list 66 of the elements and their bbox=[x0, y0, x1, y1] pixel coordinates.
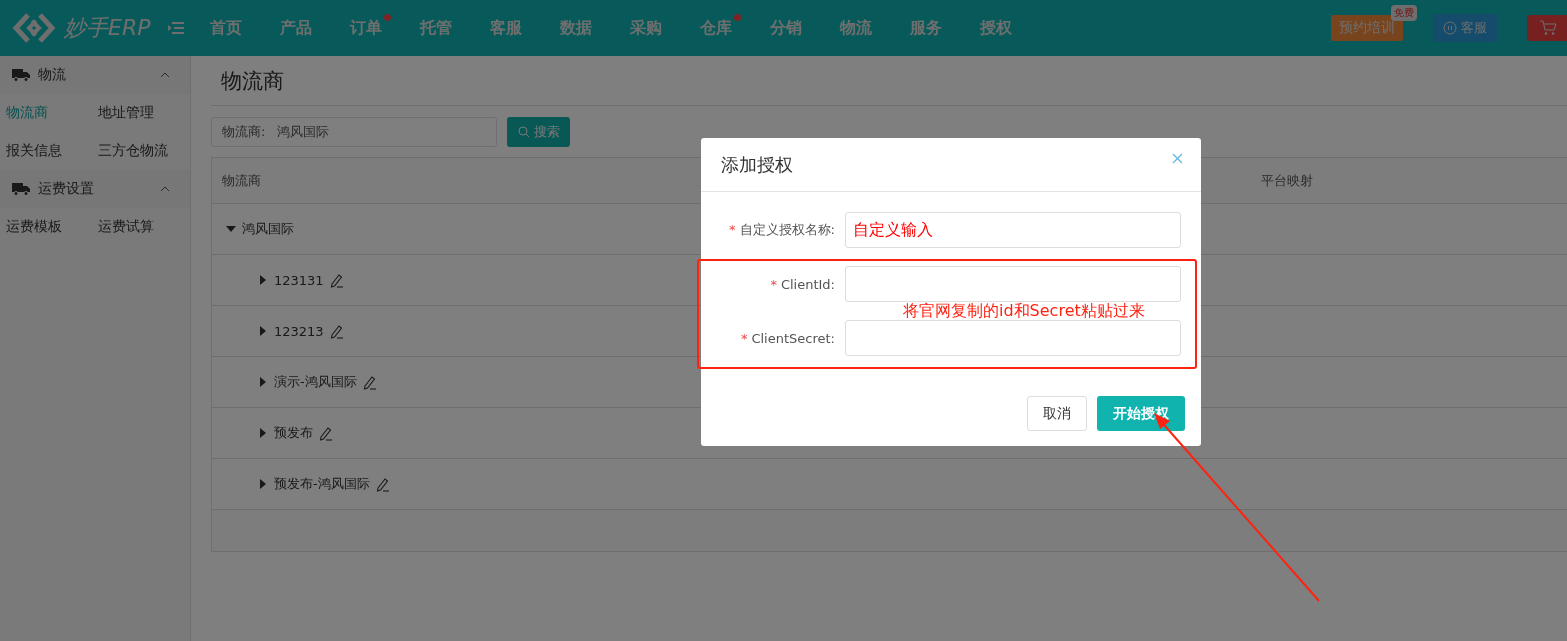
table-cell: 鸿风国际 bbox=[242, 220, 294, 238]
label-text: ClientId: bbox=[780, 276, 835, 292]
pencil-icon[interactable] bbox=[329, 272, 344, 288]
label-text: ClientSecret: bbox=[751, 330, 835, 346]
table-cell: 预发布-鸿风国际 bbox=[274, 475, 370, 493]
nav-item[interactable]: 数据 bbox=[560, 17, 630, 39]
input-field[interactable] bbox=[845, 266, 1181, 302]
logo-text: 妙手ERP bbox=[64, 14, 151, 42]
chevron-up-icon[interactable] bbox=[160, 72, 170, 78]
pencil-icon[interactable] bbox=[319, 425, 333, 441]
sidebar-item[interactable]: 运费试算 bbox=[92, 208, 190, 246]
nav-item[interactable]: 客服 bbox=[490, 17, 560, 39]
nav-item[interactable]: 采购 bbox=[630, 17, 700, 39]
search-button[interactable]: 搜索 bbox=[507, 117, 570, 147]
sidebar-item[interactable]: 运费模板 bbox=[0, 208, 92, 246]
pencil-icon[interactable] bbox=[375, 476, 390, 492]
cart-icon bbox=[1539, 20, 1557, 36]
required-mark: * bbox=[770, 276, 777, 292]
nav-item[interactable]: 产品 bbox=[280, 17, 350, 39]
required-mark: * bbox=[740, 330, 748, 346]
chevron-up-icon[interactable] bbox=[160, 186, 170, 192]
nav-item[interactable]: 订单 bbox=[350, 17, 420, 39]
table-cell: 123213 bbox=[274, 323, 324, 339]
required-mark: * bbox=[729, 222, 736, 237]
label-text: 自定义授权名称: bbox=[739, 222, 835, 237]
cancel-button[interactable]: 取消 bbox=[1027, 396, 1087, 431]
sidebar-item[interactable]: 报关信息 bbox=[0, 132, 92, 170]
chat-icon bbox=[1443, 21, 1457, 35]
sidebar-item[interactable]: 物流商 bbox=[0, 94, 92, 132]
nav-item[interactable]: 服务 bbox=[910, 17, 980, 39]
caret-right-icon[interactable] bbox=[258, 326, 268, 336]
pencil-icon[interactable] bbox=[329, 323, 344, 339]
logo-icon bbox=[12, 11, 56, 45]
truck-icon bbox=[12, 182, 30, 196]
column-header: 平台映射 bbox=[1260, 171, 1314, 190]
caret-right-icon[interactable] bbox=[258, 428, 268, 438]
nav-item[interactable]: 首页 bbox=[210, 17, 280, 39]
caret-down-icon[interactable] bbox=[226, 224, 236, 234]
dialog-title: 添加授权 bbox=[721, 152, 793, 177]
input-field[interactable] bbox=[845, 320, 1181, 356]
page-title: 物流商 bbox=[211, 56, 1567, 106]
search-field[interactable]: 物流商: 鸿风国际 bbox=[211, 117, 497, 147]
section-title: 物流 bbox=[38, 66, 66, 84]
section-title: 运费设置 bbox=[38, 180, 94, 198]
caret-right-icon[interactable] bbox=[258, 275, 268, 285]
service-button[interactable]: 客服 bbox=[1433, 14, 1497, 42]
nav-item[interactable]: 仓库 bbox=[700, 17, 770, 39]
sidebar-item[interactable]: 三方仓物流 bbox=[92, 132, 190, 170]
annotation-note: 将官网复制的id和Secret粘贴过来 bbox=[903, 301, 1145, 322]
nav-item[interactable]: 分销 bbox=[770, 17, 840, 39]
free-badge: 免费 bbox=[1391, 5, 1417, 21]
pencil-icon[interactable] bbox=[362, 374, 377, 390]
table-cell: 演示-鸿风国际 bbox=[274, 373, 357, 391]
search-icon bbox=[517, 126, 530, 138]
column-header: 物流商 bbox=[221, 171, 262, 190]
nav-item[interactable]: 授权 bbox=[980, 17, 1050, 39]
caret-right-icon[interactable] bbox=[258, 479, 268, 489]
truck-icon bbox=[12, 68, 30, 82]
input-field[interactable]: 自定义输入 bbox=[845, 212, 1181, 248]
sidebar-item[interactable]: 地址管理 bbox=[92, 94, 190, 132]
caret-right-icon[interactable] bbox=[258, 377, 268, 387]
nav-item[interactable]: 托管 bbox=[420, 17, 490, 39]
table-cell: 123131 bbox=[274, 272, 324, 288]
close-icon bbox=[1172, 153, 1183, 164]
table-cell: 预发布 bbox=[274, 424, 313, 442]
nav-item[interactable]: 物流 bbox=[840, 17, 910, 39]
